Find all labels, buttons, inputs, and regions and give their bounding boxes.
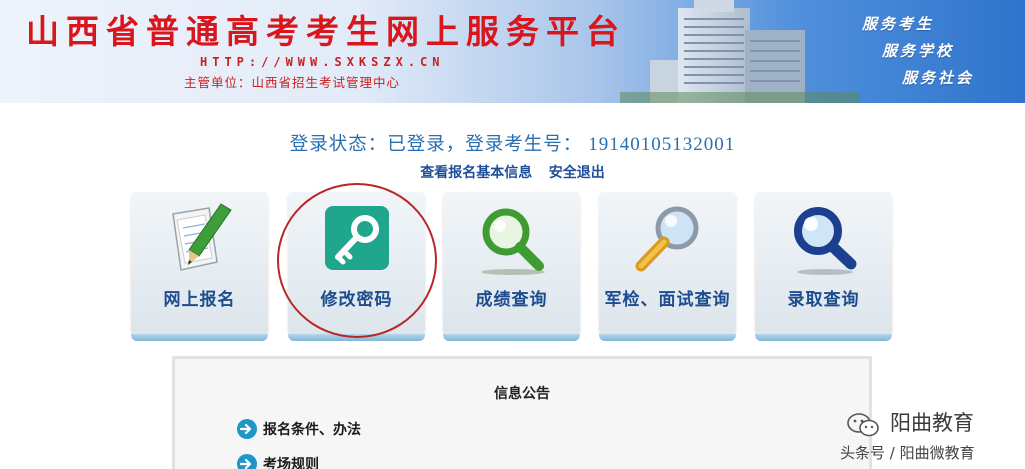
notice-panel: 信息公告 报名条件、办法 考场规则 bbox=[172, 356, 872, 469]
tile-label: 成绩查询 bbox=[475, 290, 548, 310]
arrow-right-icon bbox=[237, 454, 257, 469]
tile-label: 录取查询 bbox=[787, 290, 860, 310]
site-url: HTTP://WWW.SXKSZX.CN bbox=[200, 55, 445, 69]
view-info-link[interactable]: 查看报名基本信息 bbox=[420, 165, 532, 181]
motto-2: 服务学校 bbox=[882, 42, 955, 60]
tile-admission-query[interactable]: 录取查询 bbox=[755, 192, 892, 341]
key-icon bbox=[325, 206, 389, 270]
wechat-logo-icon bbox=[847, 413, 879, 437]
watermark-source: 头条号 / 阳曲微教育 bbox=[840, 444, 975, 462]
login-status: 登录状态：已登录，登录考生号： 19140105132001 bbox=[0, 130, 1025, 156]
account-links: 查看报名基本信息 安全退出 bbox=[0, 162, 1025, 182]
login-status-label: 登录状态：已登录，登录考生号： bbox=[289, 134, 583, 155]
motto-1: 服务考生 bbox=[862, 15, 935, 33]
logout-link[interactable]: 安全退出 bbox=[549, 165, 605, 181]
tile-label: 军检、面试查询 bbox=[604, 290, 731, 310]
tile-score-query[interactable]: 成绩查询 bbox=[443, 192, 580, 341]
arrow-right-icon bbox=[237, 419, 257, 439]
notice-item-label: 报名条件、办法 bbox=[263, 422, 361, 438]
header-banner: 山西省普通高考考生网上服务平台 HTTP://WWW.SXKSZX.CN 主管单… bbox=[0, 0, 1025, 103]
notice-item[interactable]: 报名条件、办法 bbox=[237, 418, 361, 440]
building-image bbox=[620, 0, 860, 103]
magnifier-blue-icon bbox=[794, 207, 857, 275]
site-title: 山西省普通高考考生网上服务平台 bbox=[26, 12, 626, 51]
tile-label: 网上报名 bbox=[163, 290, 236, 310]
magnifier-green-icon bbox=[481, 208, 545, 275]
notice-item[interactable]: 考场规则 bbox=[237, 453, 319, 469]
tile-label: 修改密码 bbox=[320, 290, 393, 310]
watermark-name: 阳曲教育 bbox=[890, 411, 974, 435]
notice-title: 信息公告 bbox=[494, 386, 550, 402]
exam-number: 19140105132001 bbox=[588, 134, 736, 155]
notice-item-label: 考场规则 bbox=[263, 457, 319, 469]
pen-paper-icon bbox=[172, 203, 232, 271]
tile-online-registration[interactable]: 网上报名 bbox=[131, 192, 268, 341]
motto-3: 服务社会 bbox=[902, 69, 975, 87]
tile-military-interview-query[interactable]: 军检、面试查询 bbox=[599, 192, 736, 341]
tile-change-password[interactable]: 修改密码 bbox=[288, 192, 425, 341]
magnifier-gold-icon bbox=[635, 206, 699, 272]
organizer-text: 主管单位：山西省招生考试管理中心 bbox=[184, 75, 401, 90]
